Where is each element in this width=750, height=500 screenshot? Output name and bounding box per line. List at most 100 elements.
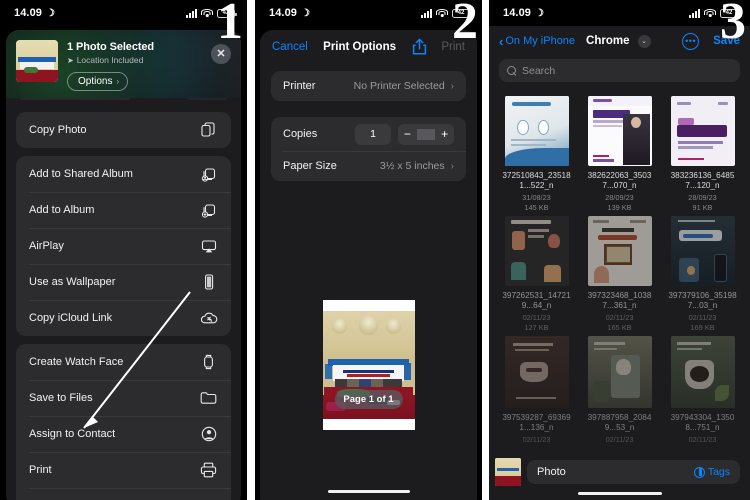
file-date: 28/09/23 <box>605 193 634 202</box>
share-item-assign-to-contact[interactable]: Assign to Contact <box>16 416 231 452</box>
row-paper-size[interactable]: Paper Size 3½ x 5 inches › <box>271 151 466 181</box>
share-item-copy-icloud-link[interactable]: Copy iCloud Link <box>16 300 231 336</box>
file-thumbnail <box>587 336 652 408</box>
copies-stepper[interactable]: 1 − + <box>355 123 454 145</box>
file-name: 383236136_64857...120_n <box>670 171 735 190</box>
photo-name-field[interactable]: Photo Tags <box>527 460 740 484</box>
search-input[interactable]: Search <box>499 59 740 82</box>
panel-divider-2 <box>482 0 489 500</box>
wifi-icon-1 <box>201 8 213 18</box>
copy-icon <box>199 121 218 140</box>
paper-size-label: Paper Size <box>283 160 337 172</box>
page-indicator-badge: Page 1 of 1 <box>334 390 403 409</box>
file-cell[interactable]: 397323468_10387...361_n 02/11/23 165 KB <box>580 212 659 332</box>
file-cell[interactable]: 383236136_64857...120_n 28/09/23 91 KB <box>663 92 742 212</box>
panel-number-1: 1 <box>217 0 243 50</box>
tags-button[interactable]: Tags <box>693 466 730 478</box>
status-time-1: 14.09 ☽ <box>14 7 55 19</box>
share-icon[interactable] <box>411 38 428 56</box>
file-thumbnail <box>504 96 569 166</box>
current-folder-name: Chrome <box>586 35 630 47</box>
share-item-create-watch-face[interactable]: Create Watch Face <box>16 344 231 380</box>
row-printer[interactable]: Printer No Printer Selected › <box>271 71 466 101</box>
status-bar-3: 14.09 ☽ 42 <box>489 0 750 26</box>
cellular-signal-icon-2 <box>421 8 432 18</box>
options-button[interactable]: Options › <box>67 72 129 91</box>
copies-plus-minus[interactable]: − + <box>398 123 454 145</box>
watch-icon <box>199 353 218 372</box>
file-thumbnail <box>504 336 569 408</box>
search-icon <box>507 65 517 76</box>
share-item-copy-photo[interactable]: Copy Photo <box>16 112 231 148</box>
print-preview-area: Page 1 of 1 <box>255 300 482 430</box>
chevron-down-icon[interactable]: ⌄ <box>637 34 651 48</box>
share-item-add-to-shared-album[interactable]: Add to Shared Album <box>16 156 231 192</box>
file-cell[interactable]: 397379106_351987...03_n 02/11/23 169 KB <box>663 212 742 332</box>
tags-icon <box>693 466 705 478</box>
cancel-button[interactable]: Cancel <box>272 41 308 53</box>
file-cell[interactable]: 382622063_35037...070_n 28/09/23 139 KB <box>580 92 659 212</box>
file-size: 139 KB <box>607 203 632 212</box>
contact-icon <box>199 425 218 444</box>
share-item-add-to-new-quick-note[interactable]: Add to New Quick Note Aa <box>16 488 231 500</box>
file-size: 165 KB <box>607 323 632 332</box>
home-indicator-2[interactable] <box>327 489 410 493</box>
files-navbar: ‹ On My iPhone Chrome ⌄ ••• Save <box>489 26 750 56</box>
file-date: 28/09/23 <box>688 193 717 202</box>
share-item-airplay[interactable]: AirPlay <box>16 228 231 264</box>
status-bar-2: 14.09 ☽ 42 <box>255 0 482 26</box>
share-item-add-to-album[interactable]: Add to Album <box>16 192 231 228</box>
back-label: On My iPhone <box>505 35 576 47</box>
photo-name-label: Photo <box>537 466 566 478</box>
more-options-button[interactable]: ••• <box>682 32 700 50</box>
panel-share-sheet: 14.09 ☽ 42 1 1 Photo Selected ➤ Location… <box>0 0 247 500</box>
file-thumbnail <box>587 216 652 286</box>
share-item-label: Print <box>29 464 52 476</box>
file-date: 02/11/23 <box>522 435 551 444</box>
chevron-left-icon: ‹ <box>499 33 504 49</box>
file-cell[interactable]: 397262531_147219...64_n 02/11/23 127 KB <box>497 212 576 332</box>
back-button[interactable]: ‹ On My iPhone <box>499 35 575 48</box>
share-item-label: Copy Photo <box>29 124 87 136</box>
status-time-3: 14.09 ☽ <box>503 7 544 19</box>
share-item-save-to-files[interactable]: Save to Files <box>16 380 231 416</box>
printer-icon <box>199 461 218 480</box>
options-label: Options <box>78 76 113 87</box>
cellular-signal-icon-1 <box>186 8 197 18</box>
share-item-print[interactable]: Print <box>16 452 231 488</box>
selected-photo-thumbnail[interactable] <box>16 40 58 82</box>
print-preview-page[interactable]: Page 1 of 1 <box>322 300 415 430</box>
wifi-icon-2 <box>436 8 448 18</box>
file-date: 02/11/23 <box>688 435 717 444</box>
copies-minus-button[interactable]: − <box>398 127 417 141</box>
file-thumbnail <box>504 216 569 286</box>
share-group-albums: Add to Shared Album Add to Album AirPlay <box>16 156 231 336</box>
file-cell[interactable]: 397943304_13508...751_n 02/11/23 <box>663 332 742 452</box>
status-time-2: 14.09 ☽ <box>269 7 310 19</box>
file-size: 91 KB <box>692 203 713 212</box>
file-cell[interactable]: 372510843_235181...522_n 31/08/23 145 KB <box>497 92 576 212</box>
share-sheet: 1 Photo Selected ➤ Location Included Opt… <box>6 30 241 500</box>
file-size: 145 KB <box>524 203 549 212</box>
file-size: 169 KB <box>690 323 715 332</box>
copies-plus-button[interactable]: + <box>435 127 454 141</box>
file-name: 397539287_693691...136_n <box>502 413 571 432</box>
panel-print-options: 14.09 ☽ 42 2 Cancel Print Options Print <box>255 0 482 500</box>
paper-size-value: 3½ x 5 inches <box>379 160 445 172</box>
share-group-copy: Copy Photo <box>16 112 231 148</box>
shared-album-icon <box>199 165 218 184</box>
file-date: 31/08/23 <box>522 193 551 202</box>
files-browser-body: ‹ On My iPhone Chrome ⌄ ••• Save Search <box>489 26 750 500</box>
home-indicator-3[interactable] <box>577 491 662 495</box>
chevron-right-icon: › <box>450 160 454 172</box>
share-item-use-as-wallpaper[interactable]: Use as Wallpaper <box>16 264 231 300</box>
airplay-icon <box>199 237 218 256</box>
file-cell[interactable]: 397887958_20849...53_n 02/11/23 <box>580 332 659 452</box>
status-time-text-3: 14.09 <box>503 7 532 19</box>
file-date: 02/11/23 <box>605 435 634 444</box>
saving-photo-thumbnail <box>495 458 521 486</box>
file-cell[interactable]: 397539287_693691...136_n 02/11/23 <box>497 332 576 452</box>
copies-value[interactable]: 1 <box>355 123 391 145</box>
wifi-icon-3 <box>704 8 716 18</box>
share-item-label: Create Watch Face <box>29 356 124 368</box>
